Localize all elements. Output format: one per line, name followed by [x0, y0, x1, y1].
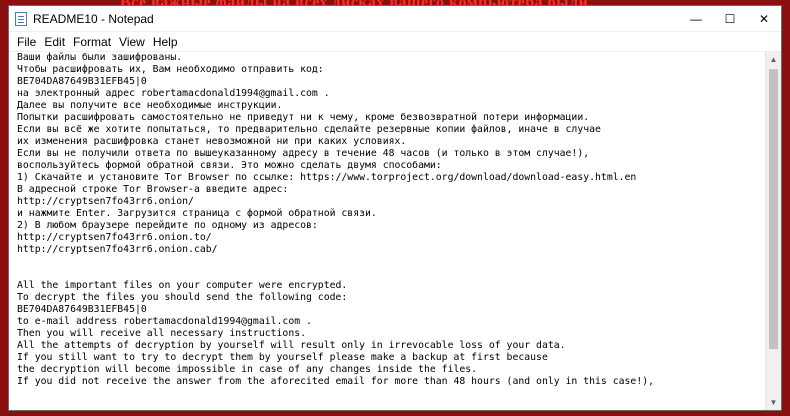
text-line: All the attempts of decryption by yourse… [17, 340, 566, 351]
title-bar[interactable]: README10 - Notepad — ☐ ✕ [9, 6, 781, 32]
menu-view[interactable]: View [115, 35, 149, 49]
menu-edit[interactable]: Edit [40, 35, 69, 49]
menu-bar: File Edit Format View Help [9, 32, 781, 52]
text-line: и нажмите Enter. Загрузится страница с ф… [17, 208, 377, 219]
notepad-window: README10 - Notepad — ☐ ✕ File Edit Forma… [8, 5, 782, 411]
text-line: BE704DA87649B31EFB45|0 [17, 304, 147, 315]
text-line: Then you will receive all necessary inst… [17, 328, 307, 339]
text-line: В адресной строке Tor Browser-а введите … [17, 184, 289, 195]
text-line: Ваши файлы были зашифрованы. [17, 52, 183, 63]
vertical-scrollbar[interactable]: ▲ ▼ [765, 51, 781, 410]
text-line: http://cryptsen7fo43rr6.onion.to/ [17, 232, 212, 243]
scroll-thumb[interactable] [769, 69, 778, 349]
text-line: BE704DA87649B31EFB45|0 [17, 76, 147, 87]
text-line [17, 256, 765, 268]
text-line: Если вы не получили ответа по вышеуказан… [17, 148, 590, 159]
minimize-button[interactable]: — [679, 6, 713, 31]
text-line: If you still want to try to decrypt them… [17, 352, 548, 363]
menu-help[interactable]: Help [149, 35, 182, 49]
text-line: http://cryptsen7fo43rr6.onion/ [17, 196, 194, 207]
scroll-down-arrow[interactable]: ▼ [766, 394, 781, 410]
menu-format[interactable]: Format [69, 35, 115, 49]
text-line: All the important files on your computer… [17, 280, 348, 291]
text-line: Попытки расшифровать самостоятельно не п… [17, 112, 590, 123]
text-line: на электронный адрес robertamacdonald199… [17, 88, 330, 99]
notepad-icon [15, 11, 27, 26]
text-line: To decrypt the files you should send the… [17, 292, 348, 303]
text-line: If you did not receive the answer from t… [17, 376, 655, 387]
text-line: to e-mail address robertamacdonald1994@g… [17, 316, 312, 327]
maximize-button[interactable]: ☐ [713, 6, 747, 31]
text-line: 1) Скачайте и установите Tor Browser по … [17, 172, 637, 183]
text-line: http://cryptsen7fo43rr6.onion.cab/ [17, 244, 218, 255]
text-line: Далее вы получите все необходимые инстру… [17, 100, 283, 111]
scroll-up-arrow[interactable]: ▲ [766, 51, 781, 67]
menu-file[interactable]: File [13, 35, 40, 49]
close-button[interactable]: ✕ [747, 6, 781, 31]
text-line: их изменения расшифровка станет невозмож… [17, 136, 407, 147]
text-line: 2) В любом браузере перейдите по одному … [17, 220, 318, 231]
window-title: README10 - Notepad [33, 11, 154, 26]
text-line: воспользуйтесь формой обратной связи. Эт… [17, 160, 442, 171]
text-line: Если вы всё же хотите попытаться, то пре… [17, 124, 601, 135]
text-line: the decryption will become impossible in… [17, 364, 478, 375]
text-line [17, 268, 765, 280]
text-editor[interactable]: Ваши файлы были зашифрованы. Чтобы расшиф… [9, 51, 765, 410]
text-line: Чтобы расшифровать их, Вам необходимо от… [17, 64, 324, 75]
window-controls: — ☐ ✕ [679, 6, 781, 31]
